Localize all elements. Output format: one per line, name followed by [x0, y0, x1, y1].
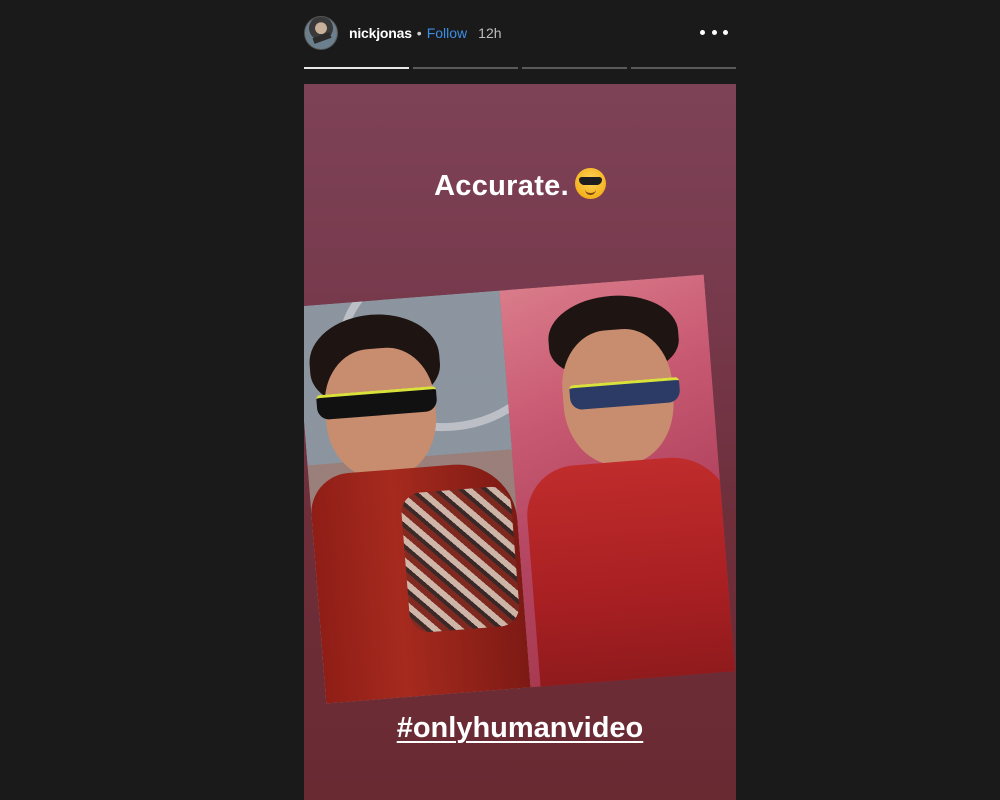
username-link[interactable]: nickjonas: [349, 25, 412, 41]
right-photo: [499, 274, 735, 688]
caption-text: Accurate.: [434, 170, 569, 202]
story-caption: Accurate.: [304, 168, 736, 203]
post-timestamp: 12h: [478, 25, 502, 41]
story-header: nickjonas • Follow 12h: [304, 12, 736, 54]
story-card[interactable]: Accurate. #onlyhumanvideo: [304, 84, 736, 800]
shirt: [523, 453, 735, 688]
sunglasses-emoji-icon: [574, 168, 606, 199]
jacket-pattern: [400, 485, 521, 634]
hashtag-link[interactable]: #onlyhumanvideo: [304, 712, 736, 745]
progress-segment: [413, 67, 518, 69]
more-dot: [700, 29, 705, 35]
separator-dot: •: [416, 25, 422, 41]
progress-fill: [304, 67, 409, 69]
photo-collage: [304, 274, 735, 704]
more-dot: [723, 29, 728, 35]
progress-segment: [631, 67, 736, 69]
progress-segment: [304, 67, 409, 69]
follow-button[interactable]: Follow: [427, 25, 467, 41]
story-progress-bar: [304, 67, 736, 70]
story-viewer: nickjonas • Follow 12h Accurate. #onlyhu…: [0, 0, 1000, 800]
more-dot: [711, 29, 717, 35]
progress-segment: [522, 67, 627, 69]
more-options-icon[interactable]: [700, 22, 728, 42]
avatar-icon[interactable]: [304, 16, 338, 50]
left-photo: [304, 290, 531, 704]
